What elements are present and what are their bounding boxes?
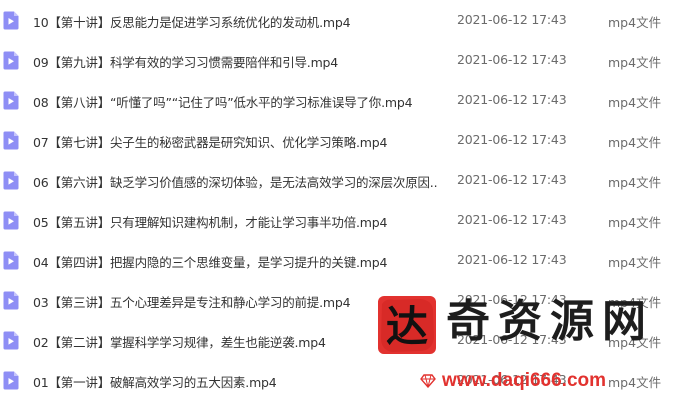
diamond-icon (420, 374, 436, 388)
seal-logo: 达 (378, 296, 436, 354)
file-name: 04【第四讲】把握内隐的三个思维变量，是学习提升的关键.mp4 (33, 255, 388, 270)
svg-text:达: 达 (386, 302, 428, 351)
file-name: 05【第五讲】只有理解知识建构机制，才能让学习事半功倍.mp4 (33, 215, 388, 230)
file-row[interactable]: 10【第十讲】反思能力是促进学习系统优化的发动机.mp4 2021-06-12 1… (0, 10, 692, 40)
video-file-icon (3, 291, 19, 310)
video-file-icon (3, 331, 19, 350)
video-file-icon (3, 211, 19, 230)
file-row[interactable]: 04【第四讲】把握内隐的三个思维变量，是学习提升的关键.mp4 2021-06-1… (0, 250, 692, 280)
file-name: 06【第六讲】缺乏学习价值感的深切体验，是无法高效学习的深层次原因... (33, 175, 438, 190)
video-file-icon (3, 51, 19, 70)
video-file-icon (3, 251, 19, 270)
file-name: 10【第十讲】反思能力是促进学习系统优化的发动机.mp4 (33, 15, 351, 30)
file-modified-date: 2021-06-12 17:43 (457, 212, 567, 227)
file-name: 07【第七讲】尖子生的秘密武器是研究知识、优化学习策略.mp4 (33, 135, 388, 150)
file-modified-date: 2021-06-12 17:43 (457, 52, 567, 67)
file-type: mp4文件 (608, 55, 662, 70)
file-type: mp4文件 (608, 175, 662, 190)
video-file-icon (3, 11, 19, 30)
file-name: 03【第三讲】五个心理差异是专注和静心学习的前提.mp4 (33, 295, 351, 310)
file-row[interactable]: 06【第六讲】缺乏学习价值感的深切体验，是无法高效学习的深层次原因... 2021… (0, 170, 692, 200)
video-file-icon (3, 131, 19, 150)
file-modified-date: 2021-06-12 17:43 (457, 12, 567, 27)
file-modified-date: 2021-06-12 17:43 (457, 252, 567, 267)
file-modified-date: 2021-06-12 17:43 (457, 132, 567, 147)
site-url: www.daqi666.com (442, 370, 607, 391)
file-type: mp4文件 (608, 215, 662, 230)
file-type: mp4文件 (608, 135, 662, 150)
file-name: 02【第二讲】掌握科学学习规律，差生也能逆袭.mp4 (33, 335, 326, 350)
file-type: mp4文件 (608, 95, 662, 110)
file-row[interactable]: 05【第五讲】只有理解知识建构机制，才能让学习事半功倍.mp4 2021-06-1… (0, 210, 692, 240)
video-file-icon (3, 91, 19, 110)
file-type: mp4文件 (608, 255, 662, 270)
watermark: 达 奇资源网 www.daqi666.com (370, 288, 692, 398)
file-row[interactable]: 08【第八讲】“听懂了吗”“记住了吗”低水平的学习标准误导了你.mp4 2021-… (0, 90, 692, 120)
file-name: 01【第一讲】破解高效学习的五大因素.mp4 (33, 375, 277, 390)
file-modified-date: 2021-06-12 17:43 (457, 92, 567, 107)
video-file-icon (3, 171, 19, 190)
file-modified-date: 2021-06-12 17:43 (457, 172, 567, 187)
video-file-icon (3, 371, 19, 390)
file-row[interactable]: 09【第九讲】科学有效的学习习惯需要陪伴和引导.mp4 2021-06-12 17… (0, 50, 692, 80)
file-name: 09【第九讲】科学有效的学习习惯需要陪伴和引导.mp4 (33, 55, 339, 70)
file-row[interactable]: 07【第七讲】尖子生的秘密武器是研究知识、优化学习策略.mp4 2021-06-1… (0, 130, 692, 160)
file-type: mp4文件 (608, 15, 662, 30)
file-name: 08【第八讲】“听懂了吗”“记住了吗”低水平的学习标准误导了你.mp4 (33, 95, 413, 110)
brand-text: 奇资源网 (446, 296, 654, 347)
